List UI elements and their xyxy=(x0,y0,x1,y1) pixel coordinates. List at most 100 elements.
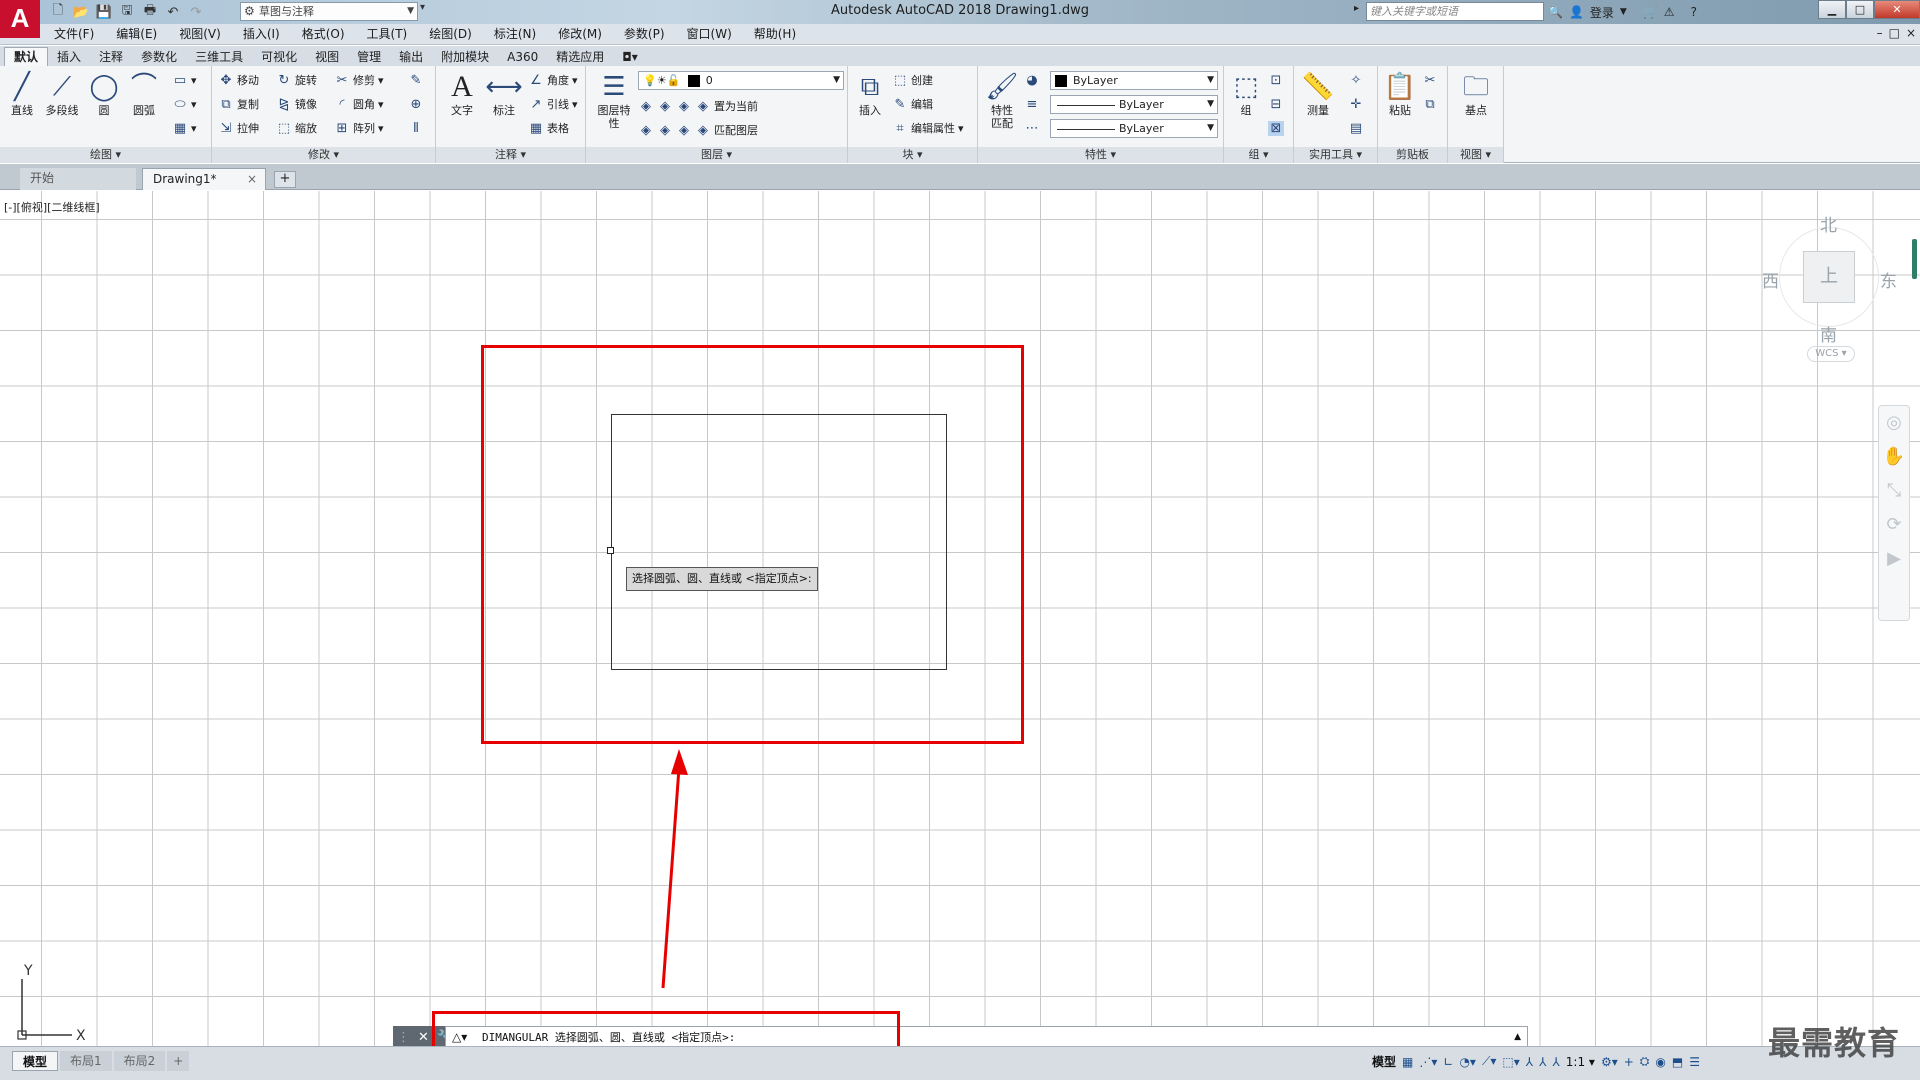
panel-title-layers[interactable]: 图层 ▾ xyxy=(586,147,847,163)
scrollbar-thumb[interactable] xyxy=(1912,239,1917,279)
tab-a360[interactable]: A360 xyxy=(498,48,547,66)
leader-tool[interactable]: ↗ 引线 ▾ xyxy=(528,94,578,114)
add-layout-button[interactable]: + xyxy=(167,1051,190,1071)
doc-restore-button[interactable]: □ xyxy=(1889,26,1900,40)
view-cube-top-face[interactable]: 上 xyxy=(1803,251,1855,303)
layer-lock-icon[interactable]: ◈ xyxy=(695,99,711,114)
panel-title-utilities[interactable]: 实用工具 ▾ xyxy=(1294,147,1377,163)
user-icon[interactable]: 👤 xyxy=(1569,5,1584,19)
units-icon[interactable]: ⛭ xyxy=(1640,1054,1650,1069)
viewport-controls[interactable]: [-][俯视][二维线框] xyxy=(4,199,100,215)
point-style-icon[interactable]: ✧ xyxy=(1348,70,1364,90)
copy-clip-icon[interactable]: ⧉ xyxy=(1422,94,1438,114)
scale-tool[interactable]: ⬚ 缩放 xyxy=(276,118,317,138)
snap-icon[interactable]: ⋰▾ xyxy=(1419,1055,1437,1069)
dimension-tool[interactable]: ⟷ 标注 xyxy=(484,70,524,117)
menu-edit[interactable]: 编辑(E) xyxy=(116,26,168,43)
close-command-button[interactable]: ✕ xyxy=(418,1030,429,1045)
grid-icon[interactable]: ▦ xyxy=(1402,1055,1413,1069)
save-icon[interactable]: 💾 xyxy=(94,3,114,21)
group-edit-icon[interactable]: ⊟ xyxy=(1268,94,1284,114)
orbit-icon[interactable]: ⟳ xyxy=(1879,508,1909,542)
group-tool[interactable]: ⬚ 组 xyxy=(1226,70,1266,117)
layer-unisolate-icon[interactable]: ◈ xyxy=(657,123,673,138)
group-select-icon[interactable]: ⊠ xyxy=(1268,118,1284,138)
pan-icon[interactable]: ✋ xyxy=(1879,440,1909,474)
maximize-button[interactable]: □ xyxy=(1846,0,1874,19)
drawn-rectangle[interactable] xyxy=(611,414,947,670)
erase-tool[interactable]: ✎ xyxy=(408,70,424,90)
wcs-menu[interactable]: WCS ▾ xyxy=(1807,346,1855,362)
layer-isolate-icon[interactable]: ◈ xyxy=(657,99,673,114)
calculator-icon[interactable]: ▤ xyxy=(1348,118,1364,138)
exchange-icon[interactable]: ⚠ xyxy=(1664,5,1675,19)
drawing-canvas[interactable]: [-][俯视][二维线框] 选择圆弧、圆、直线或 <指定顶点>: 北 南 东 西… xyxy=(0,191,1920,1046)
cut-icon[interactable]: ✂ xyxy=(1422,70,1438,90)
match-properties-tool[interactable]: 🖌 特性匹配 xyxy=(982,70,1022,130)
login-button[interactable]: 登录 xyxy=(1590,4,1614,21)
workspace-select[interactable]: ⚙ 草图与注释 ▼ xyxy=(240,2,418,21)
isodraft-icon[interactable]: ⟋▾ xyxy=(1482,1054,1496,1069)
linetype-select[interactable]: ByLayer ▼ xyxy=(1050,95,1218,114)
panel-title-draw[interactable]: 绘图 ▾ xyxy=(0,147,211,163)
panel-title-clipboard[interactable]: 剪贴板 xyxy=(1378,147,1447,163)
open-file-icon[interactable]: 📂 xyxy=(71,3,91,21)
compass-north[interactable]: 北 xyxy=(1820,211,1837,236)
measure-tool[interactable]: 📏 测量 xyxy=(1298,70,1338,117)
doc-minimize-button[interactable]: – xyxy=(1877,26,1883,40)
panel-title-view[interactable]: 视图 ▾ xyxy=(1448,147,1503,163)
cart-icon[interactable]: 🛒 xyxy=(1643,5,1658,19)
close-icon[interactable]: × xyxy=(247,169,257,189)
fillet-tool[interactable]: ◜ 圆角 ▾ xyxy=(334,94,383,114)
zoom-extents-icon[interactable]: ⤡ xyxy=(1879,474,1909,508)
edit-block-tool[interactable]: ✎ 编辑 xyxy=(892,94,933,114)
polar-icon[interactable]: ◔▾ xyxy=(1459,1055,1476,1069)
customize-menu-icon[interactable]: ☰ xyxy=(1689,1055,1700,1069)
new-tab-button[interactable]: + xyxy=(274,171,296,188)
annotation-scale-select[interactable]: 1:1 ▾ xyxy=(1566,1055,1595,1069)
polyline-tool[interactable]: ⟋ 多段线 xyxy=(42,70,82,117)
menu-tools[interactable]: 工具(T) xyxy=(367,26,419,43)
menu-window[interactable]: 窗口(W) xyxy=(687,26,743,43)
trim-tool[interactable]: ✂ 修剪 ▾ xyxy=(334,70,384,90)
new-file-icon[interactable]: 🗋 xyxy=(48,3,68,21)
make-current-button[interactable]: 置为当前 xyxy=(714,98,758,114)
workspace-gear-icon[interactable]: ⚙▾ xyxy=(1601,1055,1618,1069)
app-menu-button[interactable]: A xyxy=(0,0,40,38)
redo-icon[interactable]: ↷ xyxy=(186,3,206,21)
save-as-icon[interactable]: 🖫 xyxy=(117,3,137,21)
tab-visualize[interactable]: 可视化 xyxy=(252,48,306,66)
tab-view[interactable]: 视图 xyxy=(306,48,348,66)
menu-parametric[interactable]: 参数(P) xyxy=(624,26,676,43)
tab-model[interactable]: 模型 xyxy=(12,1051,59,1071)
hatch-tool[interactable]: ▦ ▾ xyxy=(172,118,197,138)
tab-layout1[interactable]: 布局1 xyxy=(60,1051,112,1071)
line-tool[interactable]: ╱ 直线 xyxy=(2,70,42,117)
compass-south[interactable]: 南 xyxy=(1820,321,1837,346)
tab-home[interactable]: 默认 xyxy=(4,47,49,66)
annotation-scale-icon[interactable]: ⅄ xyxy=(1552,1055,1559,1069)
binoculars-icon[interactable]: 🔍 xyxy=(1548,5,1563,19)
table-tool[interactable]: ▦ 表格 xyxy=(528,118,569,138)
compass-west[interactable]: 西 xyxy=(1762,267,1779,292)
plus-icon[interactable]: + xyxy=(1624,1055,1634,1069)
base-view-tool[interactable]: 🗀 基点 xyxy=(1456,70,1496,117)
help-icon[interactable]: ? xyxy=(1691,5,1697,19)
print-icon[interactable]: 🖶 xyxy=(140,3,160,21)
circle-tool[interactable]: ◯ 圆 xyxy=(84,70,124,117)
angle-dim-tool[interactable]: ∠ 角度 ▾ xyxy=(528,70,577,90)
create-block-tool[interactable]: ⬚ 创建 xyxy=(892,70,933,90)
match-layer-button[interactable]: 匹配图层 xyxy=(714,122,758,138)
osnap-icon[interactable]: ⬚▾ xyxy=(1502,1055,1519,1069)
tab-manage[interactable]: 管理 xyxy=(348,48,390,66)
menu-view[interactable]: 视图(V) xyxy=(179,26,232,43)
text-tool[interactable]: A 文字 xyxy=(442,70,482,117)
explode-tool[interactable]: ⊕ xyxy=(408,94,424,114)
fullscreen-icon[interactable]: ⬒ xyxy=(1672,1055,1683,1069)
color-select[interactable]: ByLayer ▼ xyxy=(1050,71,1218,90)
stretch-tool[interactable]: ⇲ 拉伸 xyxy=(218,118,259,138)
array-tool[interactable]: ⊞ 阵列 ▾ xyxy=(334,118,384,138)
copy-tool[interactable]: ⧉ 复制 xyxy=(218,94,259,114)
menu-help[interactable]: 帮助(H) xyxy=(754,26,807,43)
command-history-button[interactable]: ▲ xyxy=(1514,1027,1521,1048)
